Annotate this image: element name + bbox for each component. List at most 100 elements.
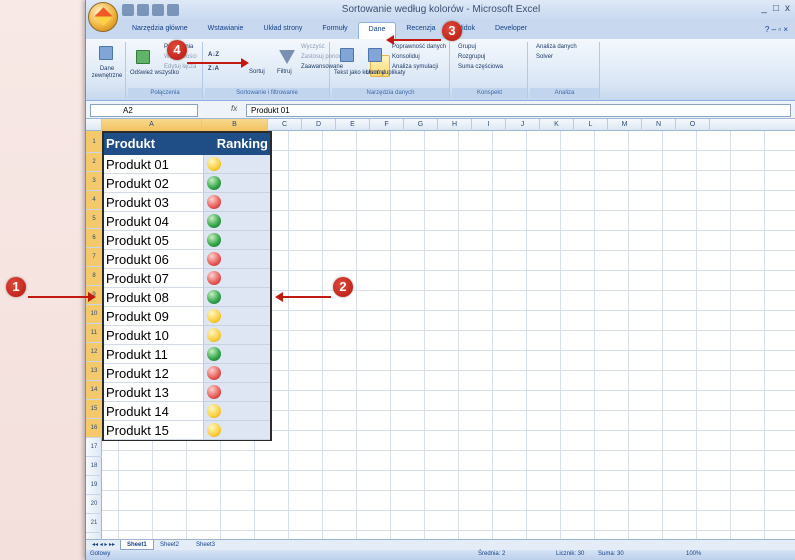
column-header[interactable]: N	[642, 119, 676, 131]
header-produkt[interactable]: Produkt	[104, 133, 204, 155]
column-header[interactable]: J	[506, 119, 540, 131]
zoom-level[interactable]: 100%	[686, 551, 701, 557]
row-header[interactable]: 13	[86, 362, 102, 381]
product-cell[interactable]: Produkt 11	[104, 345, 204, 364]
row-header[interactable]: 12	[86, 343, 102, 362]
tab-formulas[interactable]: Formuły	[312, 22, 357, 39]
ungroup-button[interactable]: Rozgrupuj	[458, 54, 485, 61]
row-header[interactable]: 1	[86, 131, 102, 153]
tab-page-layout[interactable]: Układ strony	[253, 22, 312, 39]
column-header[interactable]: D	[302, 119, 336, 131]
row-header[interactable]: 20	[86, 495, 102, 514]
ranking-cell[interactable]	[204, 364, 270, 383]
formula-input[interactable]: Produkt 01	[246, 104, 791, 117]
help-icon[interactable]: ? – ▫ ×	[765, 25, 788, 34]
product-cell[interactable]: Produkt 03	[104, 193, 204, 212]
column-header[interactable]: C	[268, 119, 302, 131]
solver-button[interactable]: Solver	[536, 54, 553, 61]
office-button[interactable]	[88, 2, 118, 32]
select-all-corner[interactable]	[86, 119, 102, 131]
product-cell[interactable]: Produkt 01	[104, 155, 204, 174]
tab-home[interactable]: Narzędzia główne	[122, 22, 198, 39]
ranking-cell[interactable]	[204, 307, 270, 326]
fx-icon[interactable]: fx	[231, 104, 237, 113]
row-header[interactable]: 21	[86, 514, 102, 533]
row-header[interactable]: 10	[86, 305, 102, 324]
data-validation-button[interactable]: Poprawność danych	[392, 44, 446, 51]
product-cell[interactable]: Produkt 02	[104, 174, 204, 193]
row-header[interactable]: 18	[86, 457, 102, 476]
subtotal-button[interactable]: Suma częściowa	[458, 64, 503, 71]
column-header[interactable]: I	[472, 119, 506, 131]
sort-az-icon[interactable]: A↓Z	[208, 52, 219, 59]
column-header[interactable]: L	[574, 119, 608, 131]
selected-table[interactable]: Produkt Ranking Produkt 01 Produkt 02 Produk…	[102, 131, 272, 441]
product-cell[interactable]: Produkt 14	[104, 402, 204, 421]
column-header[interactable]: B	[202, 119, 268, 131]
column-header[interactable]: O	[676, 119, 710, 131]
group-button[interactable]: Grupuj	[458, 44, 476, 51]
edit-links-button[interactable]: Edytuj łącza	[164, 64, 196, 71]
row-header[interactable]: 11	[86, 324, 102, 343]
tab-review[interactable]: Recenzja	[396, 22, 445, 39]
product-cell[interactable]: Produkt 15	[104, 421, 204, 440]
row-header[interactable]: 3	[86, 172, 102, 191]
product-cell[interactable]: Produkt 07	[104, 269, 204, 288]
product-cell[interactable]: Produkt 05	[104, 231, 204, 250]
header-ranking[interactable]: Ranking	[204, 133, 270, 155]
row-header[interactable]: 17	[86, 438, 102, 457]
name-box[interactable]: A2	[90, 104, 198, 117]
product-cell[interactable]: Produkt 12	[104, 364, 204, 383]
ranking-cell[interactable]	[204, 345, 270, 364]
row-header[interactable]: 19	[86, 476, 102, 495]
row-header[interactable]: 8	[86, 267, 102, 286]
product-cell[interactable]: Produkt 04	[104, 212, 204, 231]
clear-button[interactable]: Wyczyść	[301, 44, 325, 51]
minimize-icon[interactable]: _	[761, 3, 767, 14]
product-cell[interactable]: Produkt 13	[104, 383, 204, 402]
external-data-button[interactable]: Dane zewnętrzne	[90, 66, 124, 80]
ranking-cell[interactable]	[204, 288, 270, 307]
product-cell[interactable]: Produkt 10	[104, 326, 204, 345]
sort-za-icon[interactable]: Z↓A	[208, 66, 219, 73]
product-cell[interactable]: Produkt 08	[104, 288, 204, 307]
close-icon[interactable]: x	[785, 3, 790, 14]
product-cell[interactable]: Produkt 06	[104, 250, 204, 269]
sheet-nav-arrows[interactable]: ◂◂ ◂ ▸ ▸▸	[86, 540, 121, 550]
ranking-cell[interactable]	[204, 231, 270, 250]
ranking-cell[interactable]	[204, 402, 270, 421]
ranking-cell[interactable]	[204, 212, 270, 231]
column-header[interactable]: A	[102, 119, 202, 131]
data-analysis-button[interactable]: Analiza danych	[536, 44, 577, 51]
ranking-cell[interactable]	[204, 155, 270, 174]
column-header[interactable]: M	[608, 119, 642, 131]
row-header[interactable]: 15	[86, 400, 102, 419]
ranking-cell[interactable]	[204, 269, 270, 288]
row-header[interactable]: 16	[86, 419, 102, 438]
tab-insert[interactable]: Wstawianie	[198, 22, 254, 39]
sheet-tab-1[interactable]: Sheet1	[120, 540, 154, 550]
row-header[interactable]: 6	[86, 229, 102, 248]
consolidate-button[interactable]: Konsoliduj	[392, 54, 420, 61]
ranking-cell[interactable]	[204, 193, 270, 212]
filter-button[interactable]: Filtruj	[277, 69, 292, 76]
row-header[interactable]: 2	[86, 153, 102, 172]
ranking-cell[interactable]	[204, 383, 270, 402]
column-header[interactable]: H	[438, 119, 472, 131]
column-header[interactable]: E	[336, 119, 370, 131]
refresh-all-button[interactable]: Odśwież wszystko	[130, 70, 179, 77]
column-header[interactable]: G	[404, 119, 438, 131]
maximize-icon[interactable]: □	[773, 3, 779, 14]
sheet-tab-2[interactable]: Sheet2	[154, 540, 185, 550]
product-cell[interactable]: Produkt 09	[104, 307, 204, 326]
ranking-cell[interactable]	[204, 326, 270, 345]
row-header[interactable]: 4	[86, 191, 102, 210]
column-header[interactable]: K	[540, 119, 574, 131]
row-header[interactable]: 5	[86, 210, 102, 229]
ranking-cell[interactable]	[204, 250, 270, 269]
ranking-cell[interactable]	[204, 174, 270, 193]
sort-button[interactable]: Sortuj	[249, 69, 265, 76]
remove-duplicates-button[interactable]: Usuń duplikaty	[366, 70, 405, 77]
column-header[interactable]: F	[370, 119, 404, 131]
row-header[interactable]: 14	[86, 381, 102, 400]
